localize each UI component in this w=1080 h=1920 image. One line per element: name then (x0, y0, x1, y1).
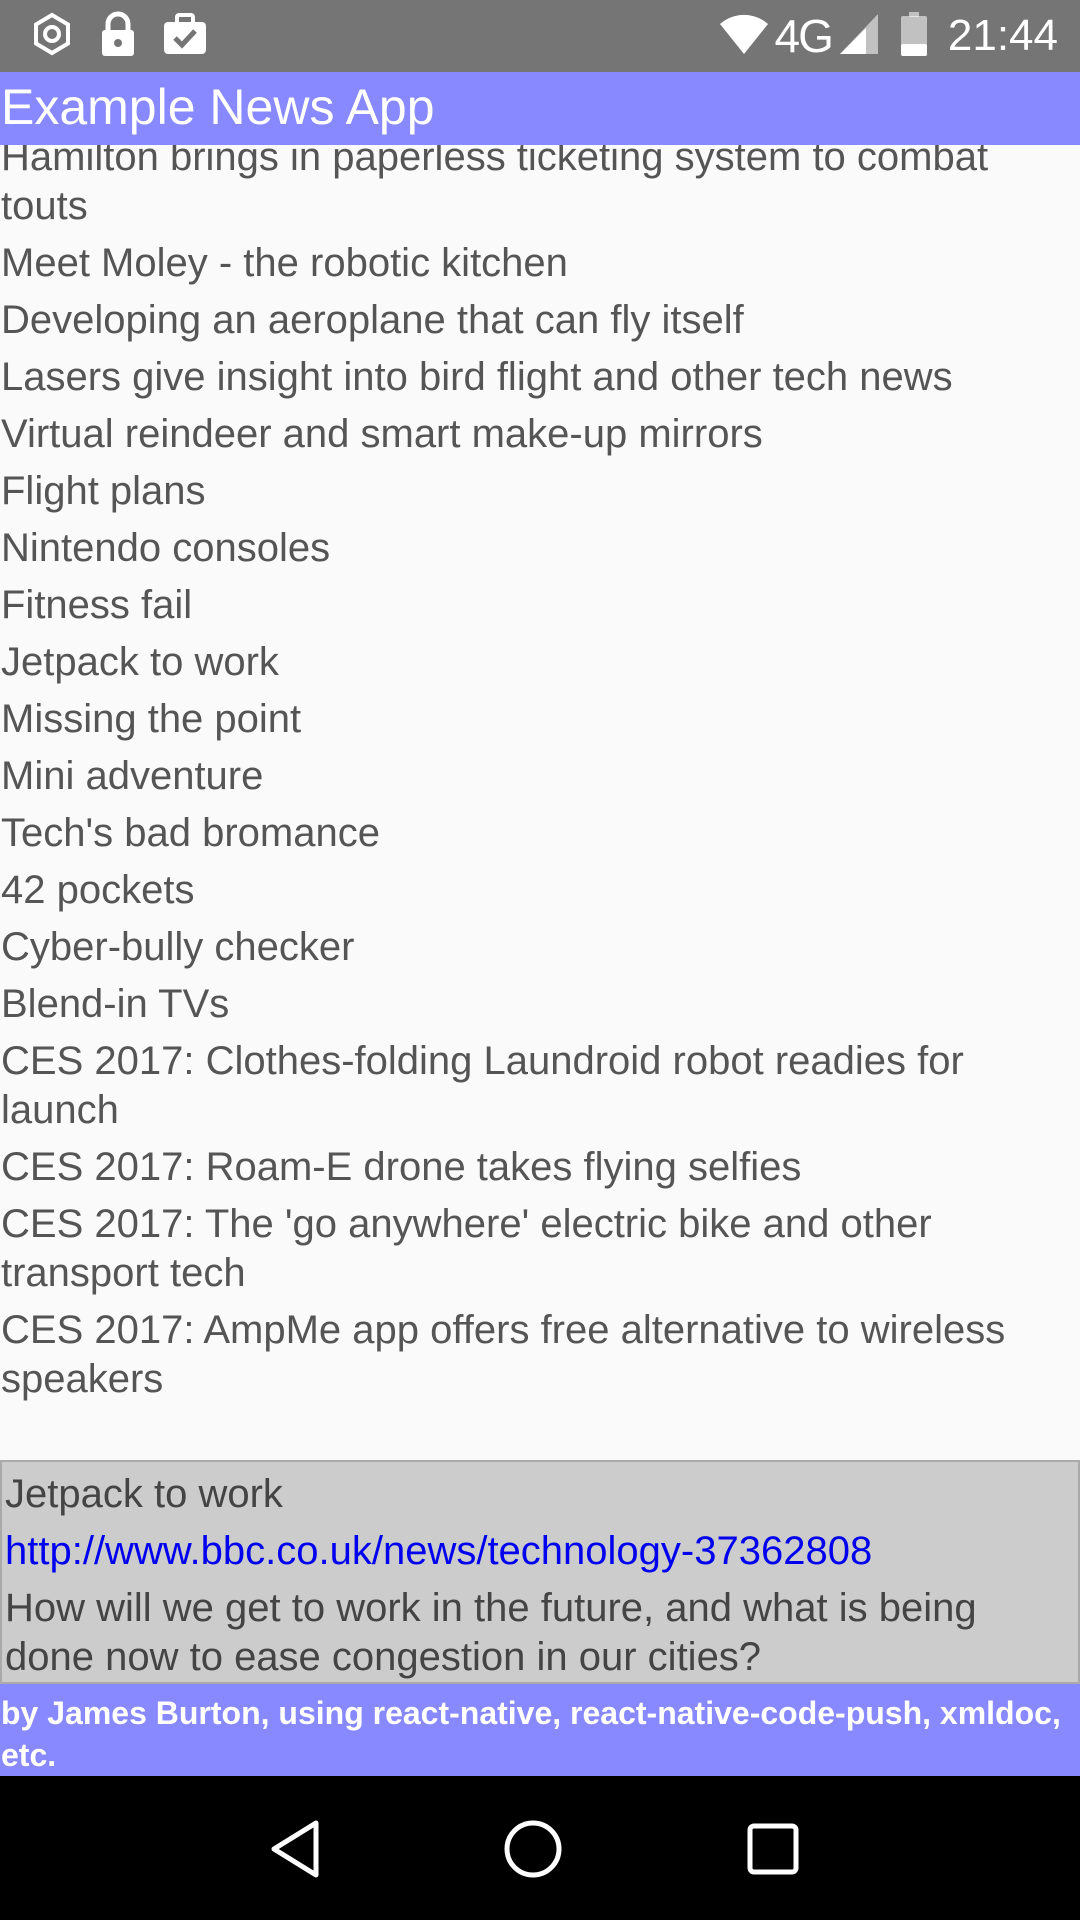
list-item-text: Blend-in TVs (1, 982, 230, 1026)
list-item[interactable]: Fitness fail (0, 581, 1080, 630)
list-item-text: CES 2017: The 'go anywhere' electric bik… (1, 1202, 932, 1295)
list-item[interactable]: Tech's bad bromance (0, 809, 1080, 858)
list-item[interactable]: Developing an aeroplane that can fly its… (0, 296, 1080, 345)
list-item-text: Fitness fail (1, 583, 193, 627)
news-list[interactable]: UK Hamilton brings in paperless ticketin… (0, 145, 1080, 1461)
list-item[interactable]: CES 2017: Clothes-folding Laundroid robo… (0, 1037, 1080, 1135)
list-item-text: CES 2017: AmpMe app offers free alternat… (1, 1308, 1006, 1401)
briefcase-check-icon (162, 12, 208, 60)
footer-text: by James Burton, using react-native, rea… (1, 1695, 1061, 1773)
list-item-text: Mini adventure (1, 754, 264, 798)
article-detail-panel: Jetpack to work http://www.bbc.co.uk/new… (0, 1460, 1080, 1684)
footer-credits: by James Burton, using react-native, rea… (0, 1684, 1080, 1776)
list-item[interactable]: Jetpack to work (0, 638, 1080, 687)
clock: 21:44 (947, 11, 1058, 60)
list-item[interactable]: Virtual reindeer and smart make-up mirro… (0, 410, 1080, 459)
list-item[interactable]: Blend-in TVs (0, 980, 1080, 1029)
list-item-text: Hamilton brings in paperless ticketing s… (1, 145, 989, 228)
list-item[interactable]: 42 pockets (0, 866, 1080, 915)
list-item-text: CES 2017: Roam-E drone takes flying self… (1, 1145, 802, 1189)
signal-icon (838, 12, 880, 60)
list-item[interactable]: Lasers give insight into bird flight and… (0, 353, 1080, 402)
navigation-bar (0, 1776, 1080, 1920)
list-item[interactable]: CES 2017: AmpMe app offers free alternat… (0, 1306, 1080, 1404)
article-link[interactable]: http://www.bbc.co.uk/news/technology-373… (5, 1527, 1076, 1584)
home-icon[interactable] (502, 1818, 564, 1880)
app-title: Example News App (1, 79, 435, 135)
wifi-icon (719, 12, 769, 60)
list-item[interactable]: Hamilton brings in paperless ticketing s… (0, 145, 1080, 231)
list-item-text: Tech's bad bromance (1, 811, 380, 855)
article-description: How will we get to work in the future, a… (5, 1586, 977, 1679)
list-item-text: 42 pockets (1, 868, 195, 912)
list-item[interactable]: Missing the point (0, 695, 1080, 744)
list-item-text: Jetpack to work (1, 640, 279, 684)
list-item[interactable]: CES 2017: The 'go anywhere' electric bik… (0, 1200, 1080, 1298)
recents-icon[interactable] (742, 1818, 804, 1880)
list-item[interactable]: CES 2017: Roam-E drone takes flying self… (0, 1143, 1080, 1192)
status-icons-right: 4G 21:44 (719, 8, 1058, 64)
list-item-text: Missing the point (1, 697, 302, 741)
list-item-text: CES 2017: Clothes-folding Laundroid robo… (1, 1039, 964, 1132)
network-type: 4G (774, 10, 834, 62)
settings-hexagon-icon (30, 12, 74, 60)
article-title: Jetpack to work (5, 1472, 283, 1516)
lock-icon (98, 11, 138, 61)
status-icons-left (30, 10, 208, 62)
list-item-text: Developing an aeroplane that can fly its… (1, 298, 744, 342)
battery-icon (900, 11, 928, 61)
list-item-text: Virtual reindeer and smart make-up mirro… (1, 412, 763, 456)
list-item-text: Meet Moley - the robotic kitchen (1, 241, 568, 285)
status-bar: 4G 21:44 (0, 0, 1080, 72)
list-item-text: Flight plans (1, 469, 206, 513)
list-item[interactable]: Meet Moley - the robotic kitchen (0, 239, 1080, 288)
list-item-text: Lasers give insight into bird flight and… (1, 355, 953, 399)
back-icon[interactable] (266, 1818, 328, 1880)
app-bar: Example News App (0, 72, 1080, 145)
list-item-text: Nintendo consoles (1, 526, 331, 570)
list-item[interactable]: Flight plans (0, 467, 1080, 516)
list-item[interactable]: Cyber-bully checker (0, 923, 1080, 972)
list-item-text: Cyber-bully checker (1, 925, 355, 969)
list-item[interactable]: Nintendo consoles (0, 524, 1080, 573)
list-item[interactable]: Mini adventure (0, 752, 1080, 801)
